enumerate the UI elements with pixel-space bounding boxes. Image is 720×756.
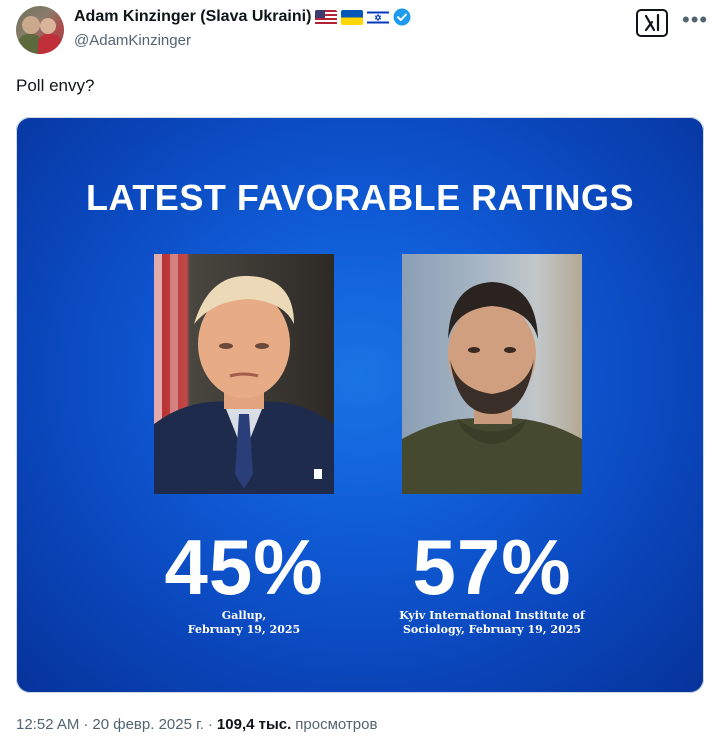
- tweet-text: Poll envy?: [16, 76, 95, 95]
- rating-source-left: Gallup, February 19, 2025: [114, 609, 374, 637]
- israel-flag-icon: [367, 9, 390, 25]
- rating-source-line: Kyiv International Institute of: [399, 609, 585, 622]
- verified-badge-icon: [393, 8, 411, 26]
- portrait-photo-left: [154, 254, 334, 494]
- rating-source-line: Sociology, February 19, 2025: [402, 623, 582, 636]
- meta-separator: ·: [207, 716, 213, 733]
- more-options-icon[interactable]: •••: [682, 9, 708, 31]
- avatar[interactable]: [16, 6, 64, 54]
- tweet-time[interactable]: 12:52 AM: [16, 716, 79, 733]
- us-flag-icon: [315, 9, 338, 25]
- rating-value-left: 45%: [164, 523, 324, 611]
- avatar-face-right: [40, 18, 56, 34]
- author-handle[interactable]: @AdamKinzinger: [74, 32, 191, 49]
- tweet-date[interactable]: 20 февр. 2025 г.: [92, 716, 204, 733]
- author-display-name[interactable]: Adam Kinzinger (Slava Ukraini): [74, 8, 311, 26]
- views-label: просмотров: [295, 716, 378, 733]
- tweet-meta: 12:52 AM · 20 февр. 2025 г. · 109,4 тыс.…: [16, 716, 377, 733]
- views-count: 109,4 тыс.: [216, 716, 292, 733]
- rating-value-right: 57%: [412, 523, 572, 611]
- media-title: LATEST FAVORABLE RATINGS: [86, 177, 634, 218]
- tweet-media-image[interactable]: LATEST FAVORABLE RATINGS 45% 57% Gallup,…: [16, 117, 704, 693]
- portrait-photo-right: [402, 254, 582, 494]
- grok-icon[interactable]: [636, 9, 668, 37]
- rating-source-right: Kyiv International Institute of Sociolog…: [362, 609, 622, 637]
- rating-source-line: February 19, 2025: [187, 623, 301, 636]
- avatar-figure-right: [38, 34, 62, 54]
- author-name-row: Adam Kinzinger (Slava Ukraini): [74, 8, 411, 26]
- ukraine-flag-icon: [341, 9, 364, 25]
- rating-source-line: Gallup,: [221, 609, 267, 622]
- avatar-face-left: [22, 16, 40, 34]
- meta-separator: ·: [83, 716, 89, 733]
